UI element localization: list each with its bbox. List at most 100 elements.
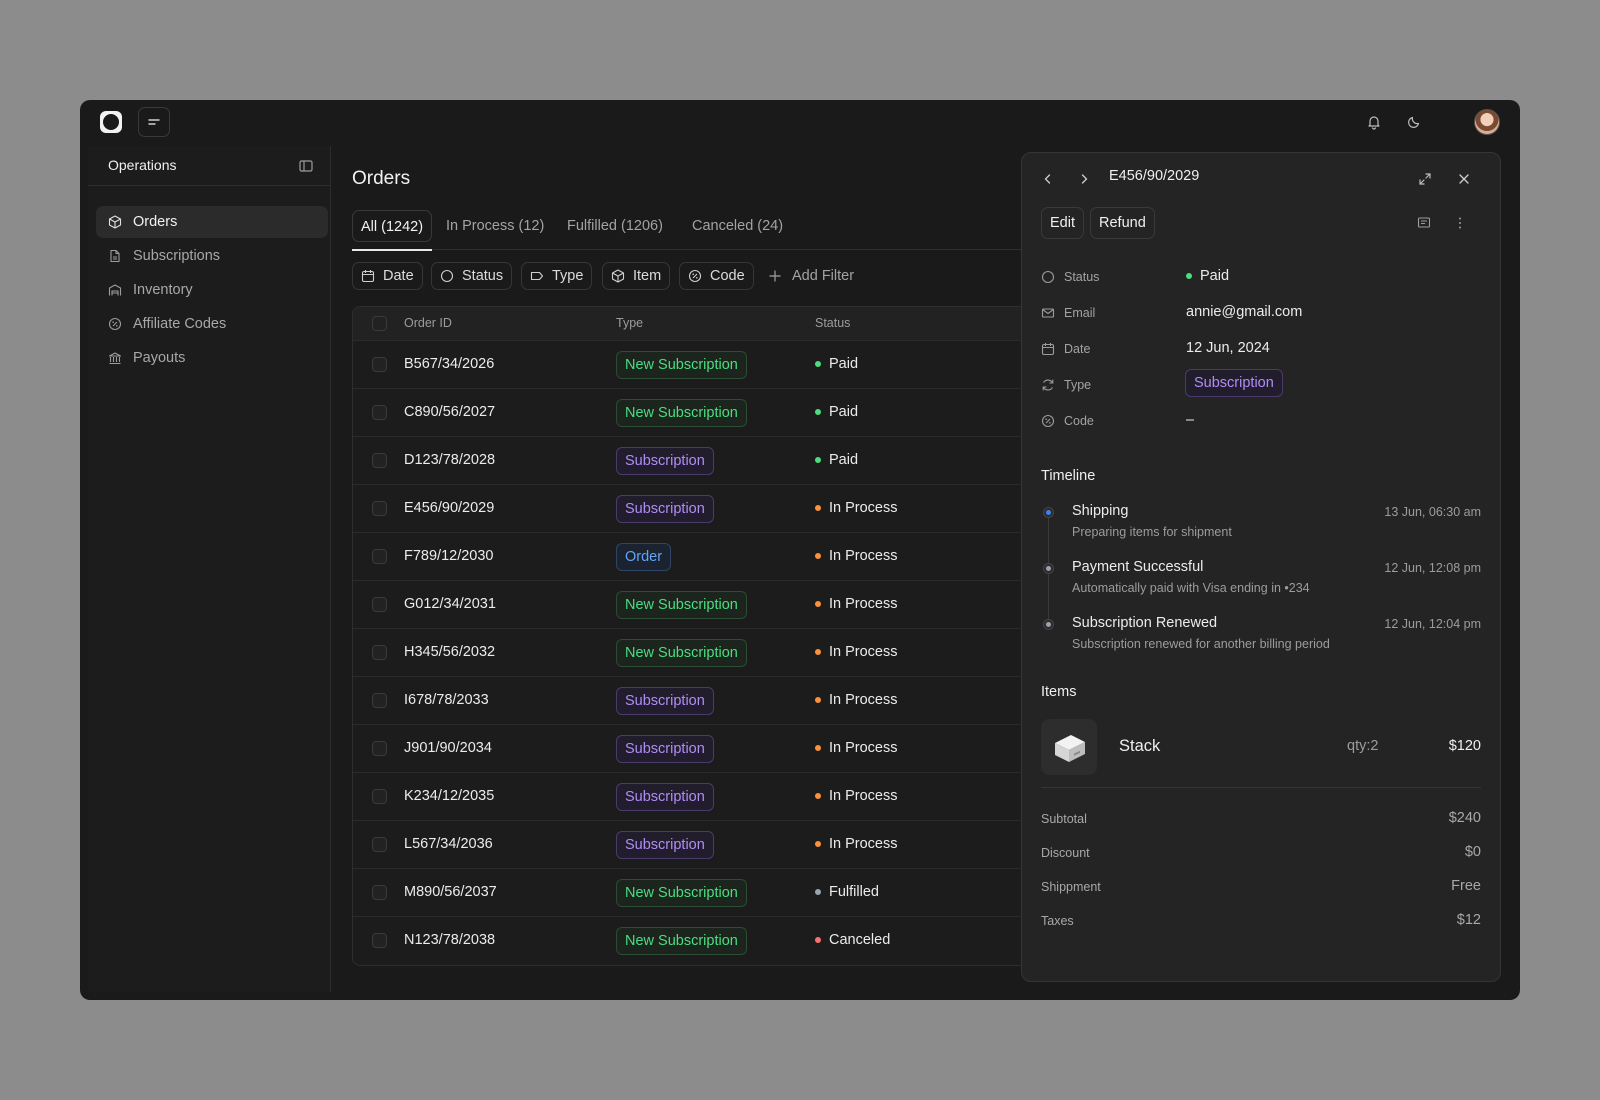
item-name: Stack xyxy=(1119,737,1161,755)
status-value: Paid xyxy=(1186,268,1229,284)
table-row[interactable]: B567/34/2026 New Subscription Paid xyxy=(353,340,1051,388)
menu-button[interactable] xyxy=(138,107,170,137)
previous-order-button[interactable] xyxy=(1038,169,1058,189)
type-badge: Subscription xyxy=(1185,369,1283,397)
table-row[interactable]: F789/12/2030 Order In Process xyxy=(353,532,1051,580)
row-checkbox[interactable] xyxy=(372,789,387,804)
logo-icon[interactable] xyxy=(100,111,122,133)
more-options-icon[interactable] xyxy=(1458,216,1462,230)
select-all-checkbox[interactable] xyxy=(372,316,387,331)
sidebar-item-affiliate-codes[interactable]: Affiliate Codes xyxy=(96,308,328,340)
filter-item[interactable]: Item xyxy=(602,262,671,290)
row-checkbox[interactable] xyxy=(372,645,387,660)
table-row[interactable]: D123/78/2028 Subscription Paid xyxy=(353,436,1051,484)
order-id: J901/90/2034 xyxy=(404,740,492,756)
table-row[interactable]: J901/90/2034 Subscription In Process xyxy=(353,724,1051,772)
next-order-button[interactable] xyxy=(1074,169,1094,189)
row-checkbox[interactable] xyxy=(372,837,387,852)
timeline-subtitle: Preparing items for shipment xyxy=(1072,525,1232,539)
sidebar-item-payouts[interactable]: Payouts xyxy=(96,342,328,374)
row-checkbox[interactable] xyxy=(372,693,387,708)
calendar-icon xyxy=(1041,343,1055,356)
table-header: Order ID Type Status xyxy=(353,307,1051,340)
comment-icon[interactable] xyxy=(1417,216,1431,230)
table-row[interactable]: C890/56/2027 New Subscription Paid xyxy=(353,388,1051,436)
orders-table: Order ID Type Status B567/34/2026 New Sub… xyxy=(352,306,1052,966)
moon-icon[interactable] xyxy=(1404,112,1424,132)
sidebar-item-subscriptions[interactable]: Subscriptions xyxy=(96,240,328,272)
row-checkbox[interactable] xyxy=(372,357,387,372)
table-row[interactable]: G012/34/2031 New Subscription In Process xyxy=(353,580,1051,628)
divider xyxy=(1041,787,1481,788)
add-filter-button[interactable]: Add Filter xyxy=(768,262,854,290)
row-checkbox[interactable] xyxy=(372,501,387,516)
tab-fulfilled[interactable]: Fulfilled (1206) xyxy=(559,210,671,242)
order-id: G012/34/2031 xyxy=(404,596,496,612)
order-id: I678/78/2033 xyxy=(404,692,489,708)
tab-canceled[interactable]: Canceled (24) xyxy=(684,210,791,242)
type-badge: New Subscription xyxy=(616,879,747,907)
filter-type[interactable]: Type xyxy=(521,262,593,290)
sidebar-toggle-icon[interactable] xyxy=(298,158,314,174)
table-row[interactable]: L567/34/2036 Subscription In Process xyxy=(353,820,1051,868)
sidebar-item-inventory[interactable]: Inventory xyxy=(96,274,328,306)
badge-icon xyxy=(1041,414,1055,428)
sidebar-item-label: Orders xyxy=(133,214,178,230)
tab-all[interactable]: All (1242) xyxy=(352,210,433,242)
item-qty: qty:2 xyxy=(1347,738,1379,754)
status-cell: In Process xyxy=(815,596,898,612)
edit-button[interactable]: Edit xyxy=(1041,207,1084,239)
row-checkbox[interactable] xyxy=(372,453,387,468)
tab-in-process[interactable]: In Process (12) xyxy=(438,210,552,242)
status-text: Canceled xyxy=(829,932,891,948)
status-dot xyxy=(815,889,821,895)
expand-button[interactable] xyxy=(1415,169,1435,189)
filter-code[interactable]: Code xyxy=(679,262,754,290)
table-row[interactable]: E456/90/2029 Subscription In Process xyxy=(353,484,1051,532)
table-row[interactable]: I678/78/2033 Subscription In Process xyxy=(353,676,1051,724)
summary-value: $0 xyxy=(1464,844,1481,860)
row-checkbox[interactable] xyxy=(372,885,387,900)
warehouse-icon xyxy=(108,284,122,296)
status-dot xyxy=(815,505,821,511)
status-dot xyxy=(815,601,821,607)
table-row[interactable]: M890/56/2037 New Subscription Fulfilled xyxy=(353,868,1051,916)
type-badge: Subscription xyxy=(616,783,714,811)
status-dot xyxy=(815,409,821,415)
status-cell: Paid xyxy=(815,404,858,420)
row-checkbox[interactable] xyxy=(372,933,387,948)
status-text: Fulfilled xyxy=(829,884,879,900)
product-image xyxy=(1055,735,1085,762)
calendar-icon xyxy=(361,270,375,283)
order-id: B567/34/2026 xyxy=(404,356,495,372)
property-email: Email annie@gmail.com xyxy=(1041,303,1481,323)
filter-status[interactable]: Status xyxy=(431,262,513,290)
bell-icon[interactable] xyxy=(1364,112,1384,132)
property-code: Code – xyxy=(1041,411,1481,431)
table-row[interactable]: K234/12/2035 Subscription In Process xyxy=(353,772,1051,820)
status-cell: In Process xyxy=(815,644,898,660)
main-content: Orders All (1242) In Process (12) Fulfil… xyxy=(332,146,1092,992)
status-cell: Canceled xyxy=(815,932,890,948)
table-row[interactable]: H345/56/2032 New Subscription In Process xyxy=(353,628,1051,676)
property-label: Code xyxy=(1064,414,1094,428)
refund-button[interactable]: Refund xyxy=(1090,207,1155,239)
status-dot xyxy=(815,841,821,847)
row-checkbox[interactable] xyxy=(372,549,387,564)
timeline-title-text: Subscription Renewed xyxy=(1072,615,1218,631)
status-dot xyxy=(815,793,821,799)
row-checkbox[interactable] xyxy=(372,741,387,756)
property-status: Status Paid xyxy=(1041,267,1481,287)
circle-icon xyxy=(440,269,454,283)
avatar[interactable] xyxy=(1474,109,1500,135)
close-button[interactable] xyxy=(1454,169,1474,189)
filter-date[interactable]: Date xyxy=(352,262,423,290)
table-row[interactable]: N123/78/2038 New Subscription Canceled xyxy=(353,916,1051,964)
status-text: In Process xyxy=(829,692,898,708)
row-checkbox[interactable] xyxy=(372,597,387,612)
mail-icon xyxy=(1041,308,1055,318)
active-tab-indicator xyxy=(352,249,432,251)
row-checkbox[interactable] xyxy=(372,405,387,420)
order-id: H345/56/2032 xyxy=(404,644,496,660)
sidebar-item-orders[interactable]: Orders xyxy=(96,206,328,238)
